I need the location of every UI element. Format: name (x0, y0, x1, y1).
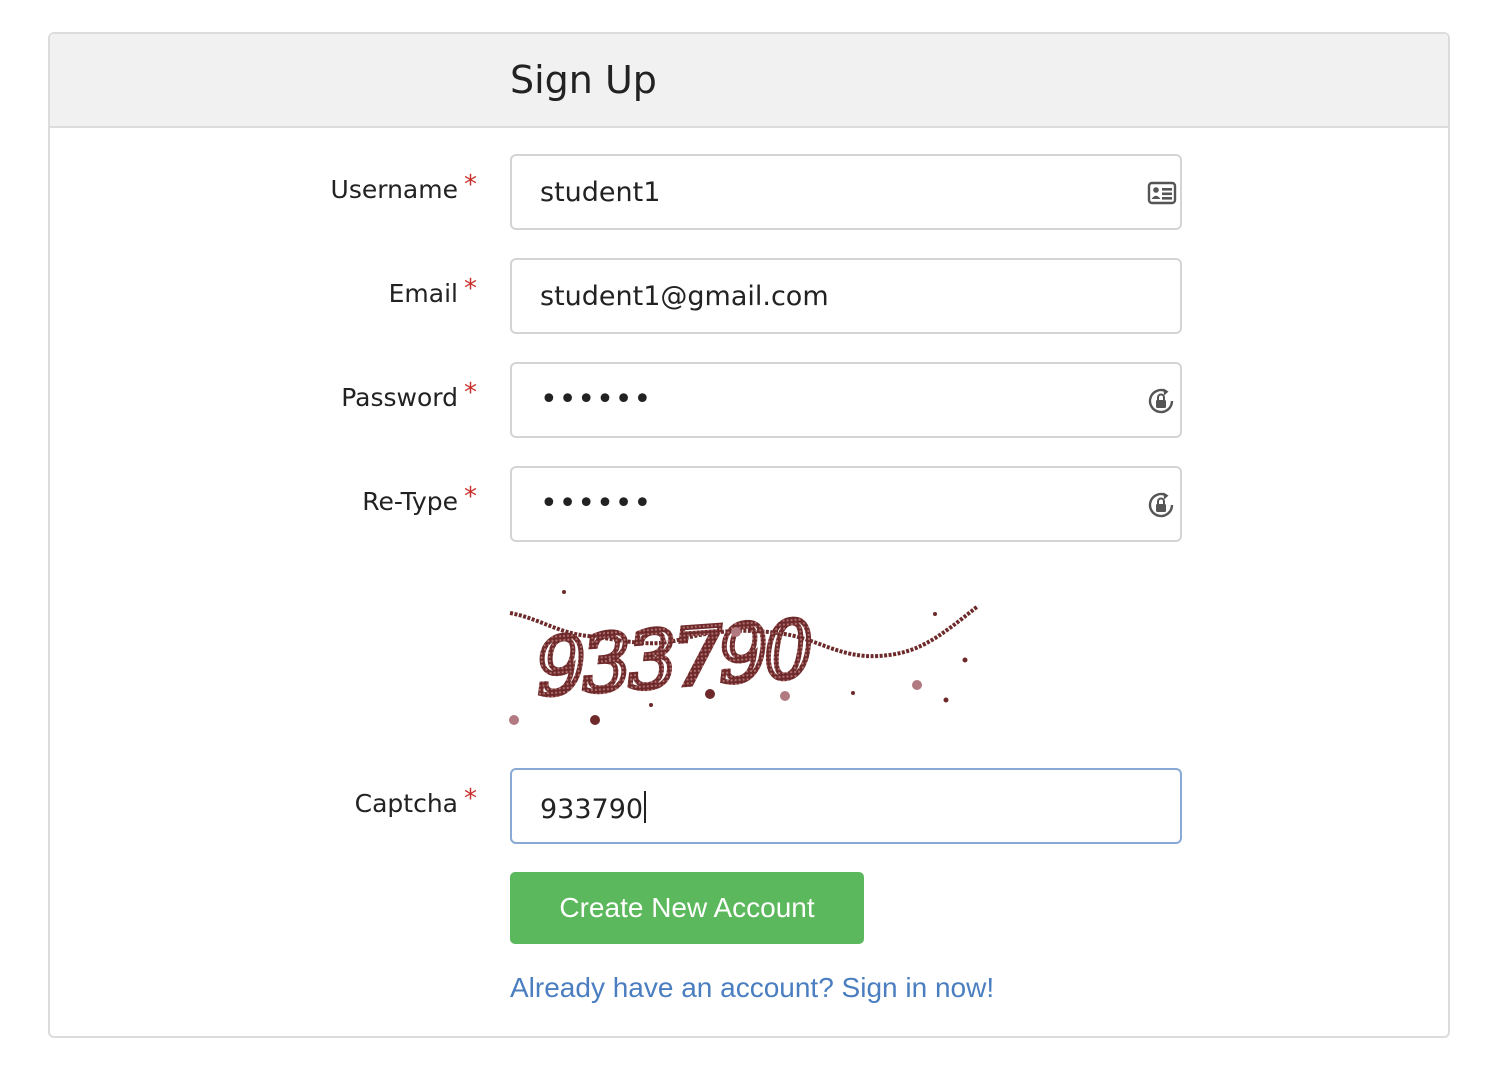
email-required-mark: * (464, 274, 477, 304)
captcha-digits: 933790 (533, 605, 815, 714)
text-caret (644, 791, 647, 823)
retype-masked-value: •••••• (540, 486, 653, 521)
email-label: Email (388, 279, 458, 308)
retype-label: Re-Type (362, 487, 458, 516)
captcha-image: 933790 (509, 590, 980, 725)
email-value: student1@gmail.com (540, 281, 829, 312)
username-required-mark: * (464, 170, 477, 200)
password-masked-value: •••••• (540, 382, 653, 417)
captcha-input[interactable]: 933790 (510, 768, 1182, 844)
username-value: student1 (540, 177, 661, 208)
retype-password-input[interactable]: •••••• (510, 466, 1182, 542)
username-label: Username (330, 175, 458, 204)
lock-refresh-icon (1148, 388, 1174, 414)
email-input[interactable]: student1@gmail.com (510, 258, 1182, 334)
signin-link[interactable]: Already have an account? Sign in now! (510, 972, 994, 1004)
lock-refresh-icon (1148, 492, 1174, 518)
captcha-label: Captcha (354, 789, 458, 818)
retype-required-mark: * (464, 482, 477, 512)
create-account-button[interactable]: Create New Account (510, 872, 864, 944)
id-card-icon (1147, 181, 1177, 205)
page-title: Sign Up (510, 58, 657, 102)
password-input[interactable]: •••••• (510, 362, 1182, 438)
captcha-value: 933790 (540, 794, 644, 825)
username-input[interactable]: student1 (510, 154, 1182, 230)
password-required-mark: * (464, 378, 477, 408)
password-label: Password (341, 383, 458, 412)
captcha-required-mark: * (464, 784, 477, 814)
panel-header: Sign Up (50, 34, 1448, 128)
